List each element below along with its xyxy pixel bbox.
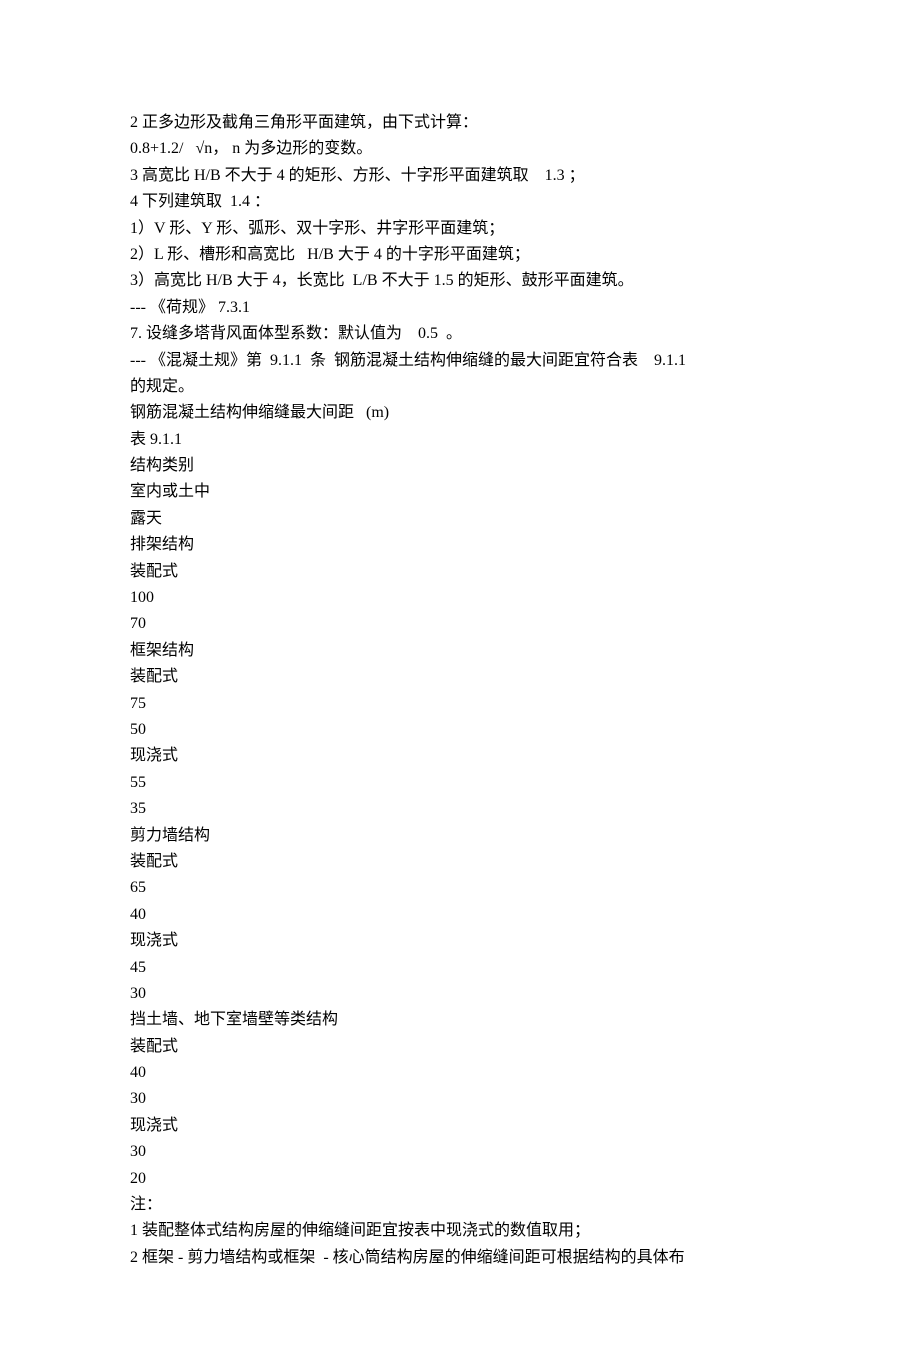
text-line: 结构类别 [130, 453, 790, 479]
text-line: 35 [130, 796, 790, 822]
text-line: 3 高宽比 H/B 不大于 4 的矩形、方形、十字形平面建筑取 1.3 ； [130, 163, 790, 189]
text-line: 剪力墙结构 [130, 823, 790, 849]
text-line: 75 [130, 691, 790, 717]
text-line: 30 [130, 1139, 790, 1165]
text-line: 2 框架 - 剪力墙结构或框架 - 核心筒结构房屋的伸缩缝间距可根据结构的具体布 [130, 1245, 790, 1271]
text-line: 50 [130, 717, 790, 743]
text-line: --- 《混凝土规》第 9.1.1 条 钢筋混凝土结构伸缩缝的最大间距宜符合表 … [130, 348, 790, 374]
text-line: 20 [130, 1166, 790, 1192]
text-line: 排架结构 [130, 532, 790, 558]
text-line: 0.8+1.2/ √n， n 为多边形的变数。 [130, 136, 790, 162]
text-line: 框架结构 [130, 638, 790, 664]
text-line: 现浇式 [130, 743, 790, 769]
text-line: 装配式 [130, 1034, 790, 1060]
text-line: 室内或土中 [130, 479, 790, 505]
text-line: --- 《荷规》 7.3.1 [130, 295, 790, 321]
text-line: 4 下列建筑取 1.4 ： [130, 189, 790, 215]
text-line: 1）V 形、Y 形、弧形、双十字形、井字形平面建筑； [130, 216, 790, 242]
document-page: 2 正多边形及截角三角形平面建筑，由下式计算： 0.8+1.2/ √n， n 为… [0, 0, 920, 1351]
text-line: 7. 设缝多塔背风面体型系数：默认值为 0.5 。 [130, 321, 790, 347]
text-line: 现浇式 [130, 928, 790, 954]
text-line: 现浇式 [130, 1113, 790, 1139]
text-line: 45 [130, 955, 790, 981]
text-line: 表 9.1.1 [130, 427, 790, 453]
text-line: 55 [130, 770, 790, 796]
text-line: 30 [130, 981, 790, 1007]
text-line: 挡土墙、地下室墙壁等类结构 [130, 1007, 790, 1033]
text-line: 2 正多边形及截角三角形平面建筑，由下式计算： [130, 110, 790, 136]
text-line: 40 [130, 902, 790, 928]
text-line: 3）高宽比 H/B 大于 4，长宽比 L/B 不大于 1.5 的矩形、鼓形平面建… [130, 268, 790, 294]
text-line: 装配式 [130, 664, 790, 690]
text-line: 100 [130, 585, 790, 611]
text-line: 40 [130, 1060, 790, 1086]
text-line: 注： [130, 1192, 790, 1218]
text-line: 的规定。 [130, 374, 790, 400]
text-line: 露天 [130, 506, 790, 532]
text-line: 装配式 [130, 849, 790, 875]
text-line: 钢筋混凝土结构伸缩缝最大间距 (m) [130, 400, 790, 426]
text-line: 2）L 形、槽形和高宽比 H/B 大于 4 的十字形平面建筑； [130, 242, 790, 268]
text-line: 1 装配整体式结构房屋的伸缩缝间距宜按表中现浇式的数值取用； [130, 1218, 790, 1244]
text-line: 70 [130, 611, 790, 637]
text-line: 65 [130, 875, 790, 901]
text-line: 装配式 [130, 559, 790, 585]
text-line: 30 [130, 1086, 790, 1112]
